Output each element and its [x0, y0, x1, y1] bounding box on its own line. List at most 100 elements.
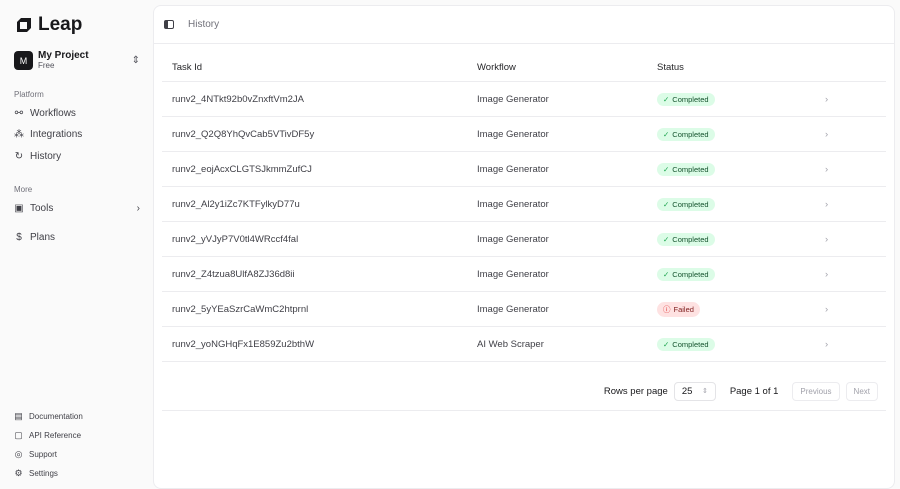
support-icon: ◎: [14, 449, 23, 459]
footer-label: Settings: [29, 469, 58, 478]
table-row[interactable]: runv2_Al2y1iZc7KTFylkyD77u Image Generat…: [162, 187, 886, 222]
check-icon: ✓: [663, 199, 670, 209]
nav-label: History: [30, 151, 62, 162]
sidebar-toggle-icon[interactable]: [164, 20, 174, 29]
chevron-right-icon[interactable]: ›: [825, 234, 855, 245]
table-row[interactable]: runv2_yoNGHqFx1E859Zu2bthW AI Web Scrape…: [162, 327, 886, 362]
logo[interactable]: Leap: [16, 14, 82, 36]
sidebar-item-plans[interactable]: $ Plans: [14, 232, 140, 243]
workflow-name: Image Generator: [477, 163, 549, 175]
workflow-name: Image Generator: [477, 93, 549, 105]
chevrons-up-down-icon: ⇕: [131, 55, 140, 66]
chevron-right-icon[interactable]: ›: [825, 129, 855, 140]
check-icon: ✓: [663, 94, 670, 104]
app-name: Leap: [38, 14, 83, 35]
status-text: Completed: [672, 339, 709, 349]
breadcrumb: History: [188, 19, 220, 30]
status-badge: ✓ Completed: [657, 337, 715, 351]
column-header: Task Id: [172, 62, 203, 73]
table-row[interactable]: runv2_yVJyP7V0tl4WRccf4fal Image Generat…: [162, 222, 886, 257]
main-panel: History Task Id Workflow Status runv2_4N…: [153, 5, 895, 489]
project-switcher[interactable]: M My Project Free ⇕: [14, 51, 140, 70]
chevrons-up-down-icon: ⇕: [701, 388, 708, 395]
status-badge: ✓ Completed: [657, 162, 715, 176]
footer-label: API Reference: [29, 431, 82, 440]
chevron-right-icon[interactable]: ›: [825, 304, 855, 315]
task-id: runv2_5yYEaSzrCaWmC2htprnl: [172, 303, 309, 315]
pagination: Rows per page 25 ⇕ Page 1 of 1 Previous N…: [162, 372, 886, 411]
integrations-icon: ⁂: [14, 129, 24, 140]
nav-label: Integrations: [30, 129, 83, 140]
chevron-right-icon[interactable]: ›: [825, 199, 855, 210]
footer-documentation[interactable]: ▤ Documentation: [14, 411, 83, 422]
status-badge: ⓘ Failed: [657, 301, 700, 317]
workflow-name: Image Generator: [477, 268, 549, 280]
alert-circle-icon: ⓘ: [663, 304, 671, 314]
sidebar: Leap M My Project Free ⇕ Platform ⚯ Workfl…: [0, 0, 152, 484]
top-bar: History: [154, 6, 894, 44]
sidebar-item-integrations[interactable]: ⁂ Integrations: [14, 129, 140, 140]
chevron-right-icon[interactable]: ›: [825, 269, 855, 280]
task-id: runv2_Al2y1iZc7KTFylkyD77u: [172, 198, 300, 210]
footer-support[interactable]: ◎ Support: [14, 449, 57, 460]
check-icon: ✓: [663, 339, 670, 349]
status-badge: ✓ Completed: [657, 267, 715, 281]
task-id: runv2_yVJyP7V0tl4WRccf4fal: [172, 233, 299, 245]
table-row[interactable]: runv2_Z4tzua8UlfA8ZJ36d8ii Image Generat…: [162, 257, 886, 292]
task-id: runv2_Q2Q8YhQvCab5VTivDF5y: [172, 128, 315, 140]
table-row[interactable]: runv2_eojAcxCLGTSJkmmZufCJ Image Generat…: [162, 152, 886, 187]
history-table: Task Id Workflow Status runv2_4NTkt92b0v…: [162, 54, 886, 362]
leap-logo-icon: [17, 18, 31, 32]
task-id: runv2_eojAcxCLGTSJkmmZufCJ: [172, 163, 312, 175]
section-more: More: [14, 185, 33, 194]
task-id: runv2_Z4tzua8UlfA8ZJ36d8ii: [172, 268, 295, 280]
table-row[interactable]: runv2_4NTkt92b0vZnxftVm2JA Image Generat…: [162, 82, 886, 117]
page-indicator: Page 1 of 1: [729, 385, 779, 397]
chevron-right-icon[interactable]: ›: [825, 339, 855, 350]
task-id: runv2_4NTkt92b0vZnxftVm2JA: [172, 93, 305, 105]
column-header: Status: [657, 62, 684, 73]
next-button[interactable]: Next: [845, 381, 878, 401]
workflow-icon: ⚯: [14, 108, 24, 119]
code-icon: ▢: [14, 430, 23, 440]
status-badge: ✓ Completed: [657, 197, 715, 211]
footer-label: Support: [29, 450, 58, 459]
footer-settings[interactable]: ⚙ Settings: [14, 468, 58, 479]
chevron-right-icon[interactable]: ›: [825, 94, 855, 105]
check-icon: ✓: [663, 269, 670, 279]
chevron-right-icon[interactable]: ›: [825, 164, 855, 175]
previous-button[interactable]: Previous: [792, 381, 840, 401]
project-name: My Project: [38, 50, 89, 61]
workflow-name: AI Web Scraper: [477, 338, 544, 350]
rows-per-page-value: 25: [681, 385, 693, 397]
project-plan: Free: [38, 61, 55, 70]
status-text: Completed: [672, 269, 709, 279]
footer-api-reference[interactable]: ▢ API Reference: [14, 430, 81, 441]
rows-per-page-select[interactable]: 25 ⇕: [673, 381, 716, 401]
status-text: Completed: [672, 234, 709, 244]
sidebar-item-history[interactable]: ↻ History: [14, 151, 140, 162]
task-id: runv2_yoNGHqFx1E859Zu2bthW: [172, 338, 315, 350]
table-row[interactable]: runv2_5yYEaSzrCaWmC2htprnl Image Generat…: [162, 292, 886, 327]
check-icon: ✓: [663, 164, 670, 174]
status-text: Completed: [672, 94, 709, 104]
table-row[interactable]: runv2_Q2Q8YhQvCab5VTivDF5y Image Generat…: [162, 117, 886, 152]
footer-label: Documentation: [29, 412, 83, 421]
project-avatar: M: [14, 51, 33, 70]
sidebar-item-workflows[interactable]: ⚯ Workflows: [14, 108, 140, 119]
section-platform: Platform: [14, 90, 44, 99]
status-text: Completed: [672, 199, 709, 209]
book-icon: ▤: [14, 411, 23, 421]
check-icon: ✓: [663, 129, 670, 139]
status-badge: ✓ Completed: [657, 232, 715, 246]
status-text: Completed: [672, 129, 709, 139]
status-text: Completed: [672, 164, 709, 174]
check-icon: ✓: [663, 234, 670, 244]
gear-icon: ⚙: [14, 468, 23, 478]
dollar-icon: $: [16, 232, 22, 243]
workflow-name: Image Generator: [477, 198, 549, 210]
column-header: Workflow: [477, 62, 516, 73]
nav-label: Workflows: [30, 108, 76, 119]
sidebar-item-tools[interactable]: ▣ Tools ›: [14, 203, 140, 214]
status-text: Failed: [673, 304, 694, 314]
